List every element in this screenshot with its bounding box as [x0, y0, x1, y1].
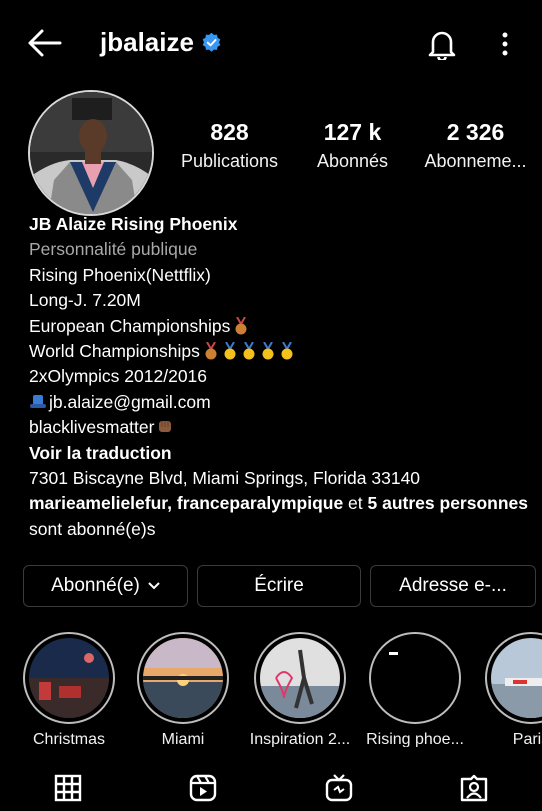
follower-user-2: franceparalympique: [176, 493, 344, 514]
igtv-icon: [325, 773, 352, 801]
follower-user-1: marieamelielefur: [29, 493, 168, 514]
avatar-photo: [30, 92, 152, 214]
highlight-label: Paris: [512, 731, 542, 747]
highlight-cover: [375, 638, 455, 718]
bio-line: Rising Phoenix(Nettflix): [29, 264, 211, 285]
following-button[interactable]: Abonné(e): [23, 565, 188, 607]
username: jbalaize: [100, 27, 194, 57]
bronze-medal-icon: [205, 342, 217, 360]
bio-line-european: European Championships: [29, 314, 529, 339]
gold-medal-icon: [243, 342, 255, 360]
raised-fist-icon: [159, 421, 172, 433]
profile-stats: 828 Publications 127 k Abonnés 2 326 Abo…: [168, 118, 538, 176]
bell-icon[interactable]: [428, 28, 456, 60]
profile-tabs: [0, 764, 542, 811]
profile-avatar[interactable]: [28, 90, 154, 216]
stat-value: 2 326: [446, 119, 505, 145]
stat-label: Abonneme...: [424, 151, 527, 171]
highlight-ring: [137, 632, 229, 724]
profile-name: JB Alaize Rising Phoenix: [29, 214, 238, 234]
followed-by-suffix: sont abonné(e)s: [29, 518, 156, 539]
bio-line: Long-J. 7.20M: [29, 290, 141, 311]
profile-username-header: jbalaize: [100, 27, 221, 58]
stat-value: 127 k: [323, 119, 382, 145]
hat-emoji-icon: [30, 394, 46, 408]
highlight-ring: [369, 632, 461, 724]
bio-text: blacklivesmatter: [29, 417, 155, 438]
highlight-label: Rising phoe...: [366, 731, 464, 747]
tab-reels[interactable]: [136, 764, 272, 811]
grid-icon: [54, 774, 81, 801]
email-label: Adresse e-...: [399, 575, 507, 596]
profile-category: Personnalité publique: [29, 239, 198, 260]
highlight-inspiration[interactable]: Inspiration 2...: [248, 632, 352, 747]
tagged-icon: [461, 774, 488, 801]
more-options-icon[interactable]: [498, 30, 512, 58]
bio-text: European Championships: [29, 315, 231, 336]
message-label: Écrire: [254, 575, 304, 596]
followed-by[interactable]: marieamelielefur, franceparalympique et …: [29, 491, 529, 542]
bio-line: 2xOlympics 2012/2016: [29, 366, 208, 387]
stat-value: 828: [210, 119, 249, 145]
top-bar: jbalaize: [0, 0, 542, 92]
tab-igtv[interactable]: [271, 764, 407, 811]
highlight-label: Christmas: [32, 731, 105, 747]
stat-following[interactable]: 2 326 Abonneme...: [414, 118, 537, 176]
chevron-down-icon: [148, 582, 160, 590]
highlight-paris[interactable]: Paris: [482, 632, 542, 747]
back-arrow-icon[interactable]: [26, 28, 62, 58]
follower-others: 5 autres personnes: [367, 493, 528, 514]
following-label: Abonné(e): [51, 575, 140, 596]
highlight-label: Miami: [161, 731, 205, 747]
highlight-rising-phoenix[interactable]: Rising phoe...: [365, 632, 465, 747]
bio-email: jb.alaize@gmail.com: [49, 391, 211, 412]
highlight-cover: [491, 638, 542, 718]
gold-medal-icon: [224, 342, 236, 360]
stat-followers[interactable]: 127 k Abonnés: [291, 118, 414, 176]
highlight-christmas[interactable]: Christmas: [20, 632, 118, 747]
tab-tagged[interactable]: [407, 764, 542, 811]
highlight-cover: [143, 638, 223, 718]
message-button[interactable]: Écrire: [197, 565, 361, 607]
reels-icon: [190, 774, 217, 801]
highlight-label: Inspiration 2...: [249, 731, 351, 747]
gold-medal-icon: [262, 342, 274, 360]
tab-posts-grid[interactable]: [0, 764, 136, 811]
followed-by-sep: ,: [167, 493, 177, 514]
highlight-ring: [23, 632, 115, 724]
profile-address[interactable]: 7301 Biscayne Blvd, Miami Springs, Flori…: [29, 466, 529, 491]
bio-line-hashtag: blacklivesmatter: [29, 415, 529, 440]
profile-bio: JB Alaize Rising Phoenix Personnalité pu…: [29, 212, 529, 542]
gold-medal-icon: [281, 342, 293, 360]
followed-by-and: et: [343, 493, 368, 514]
email-button[interactable]: Adresse e-...: [370, 565, 536, 607]
see-translation-link[interactable]: Voir la traduction: [29, 441, 529, 466]
verified-badge-icon: [202, 33, 221, 52]
stat-label: Publications: [180, 151, 279, 171]
bio-text: World Championships: [29, 341, 200, 362]
profile-actions: Abonné(e) Écrire Adresse e-...: [23, 565, 536, 607]
bio-line-world: World Championships: [29, 339, 529, 364]
highlight-cover: [260, 638, 340, 718]
stat-posts[interactable]: 828 Publications: [168, 118, 291, 176]
stat-label: Abonnés: [316, 151, 389, 171]
highlight-miami[interactable]: Miami: [134, 632, 232, 747]
story-highlights: Christmas Miami Inspiration 2... Rising …: [20, 632, 542, 747]
highlight-ring: [485, 632, 542, 724]
highlight-ring: [254, 632, 346, 724]
bio-line-email[interactable]: jb.alaize@gmail.com: [29, 390, 529, 415]
bronze-medal-icon: [235, 316, 247, 335]
highlight-cover: [29, 638, 109, 718]
